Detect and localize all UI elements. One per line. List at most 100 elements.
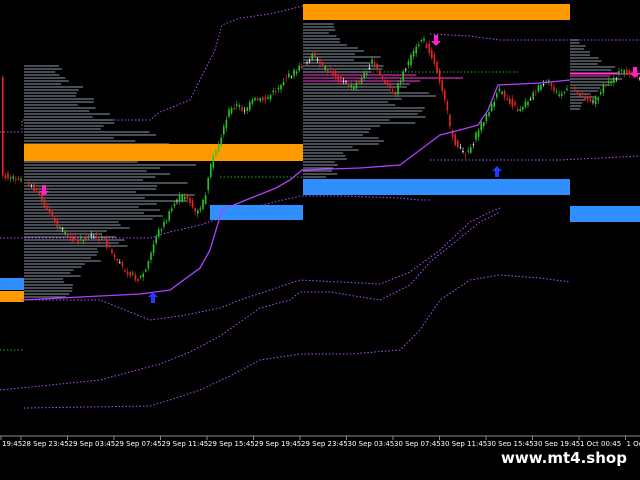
demand-zone-1 bbox=[210, 205, 303, 220]
supply-zone-2 bbox=[0, 291, 24, 302]
candle-body bbox=[550, 82, 553, 87]
candle-body bbox=[129, 271, 131, 277]
candle-body bbox=[358, 81, 360, 83]
candle-body bbox=[467, 150, 469, 152]
candle-body bbox=[202, 199, 204, 210]
x-tick-label: 29 Sep 11:45 bbox=[162, 440, 209, 448]
candle-body bbox=[327, 69, 329, 72]
candle-body bbox=[100, 236, 103, 238]
candle-body bbox=[74, 236, 77, 238]
candle-body bbox=[160, 229, 163, 231]
candle-body bbox=[314, 52, 316, 57]
candle-body bbox=[345, 81, 347, 83]
supply-zone-0 bbox=[303, 4, 570, 20]
candle-body bbox=[399, 81, 402, 83]
candle-body bbox=[535, 92, 537, 93]
candle-body bbox=[20, 178, 22, 181]
candle-body bbox=[522, 107, 524, 110]
candle-body bbox=[423, 38, 425, 41]
x-tick-label: 28 Sep 23:45 bbox=[22, 440, 69, 448]
candle-body bbox=[444, 90, 446, 101]
candle-body bbox=[282, 81, 285, 86]
candle-body bbox=[69, 235, 72, 240]
candle-body bbox=[405, 69, 407, 71]
candle-body bbox=[459, 147, 462, 149]
candle-body bbox=[2, 77, 4, 176]
candle-body bbox=[85, 236, 87, 240]
candle-body bbox=[462, 151, 464, 153]
candle-body bbox=[623, 70, 625, 74]
candle-body bbox=[340, 76, 342, 83]
candle-body bbox=[579, 94, 581, 97]
candle-body bbox=[277, 87, 280, 90]
candle-body bbox=[176, 200, 178, 202]
candle-body bbox=[397, 83, 399, 95]
candle-body bbox=[77, 239, 79, 243]
candle-body bbox=[496, 93, 498, 98]
x-tick-label: 30 Sep 07:45 bbox=[394, 440, 441, 448]
candle-body bbox=[56, 220, 59, 228]
candle-body bbox=[93, 236, 95, 238]
candle-body bbox=[82, 240, 85, 242]
candle-body bbox=[412, 50, 415, 57]
candle-body bbox=[178, 195, 181, 202]
candle-body bbox=[431, 49, 433, 59]
candle-body bbox=[295, 71, 298, 74]
candle-body bbox=[251, 99, 254, 104]
candle-body bbox=[150, 252, 152, 260]
candle-body bbox=[488, 112, 490, 116]
candle-body bbox=[332, 73, 334, 75]
candle-body bbox=[410, 54, 412, 66]
candle-body bbox=[103, 237, 105, 239]
candle-body bbox=[236, 104, 238, 106]
candle-body bbox=[308, 60, 311, 62]
candle-body bbox=[199, 208, 202, 211]
candle-body bbox=[155, 236, 157, 244]
candle-body bbox=[113, 254, 116, 258]
candle-body bbox=[566, 88, 568, 91]
candle-body bbox=[87, 236, 90, 238]
candle-body bbox=[186, 195, 189, 200]
candle-body bbox=[373, 62, 376, 65]
candle-body bbox=[119, 262, 121, 263]
candle-body bbox=[30, 185, 33, 187]
candle-body bbox=[197, 210, 199, 214]
candle-body bbox=[72, 237, 74, 242]
candle-body bbox=[589, 98, 592, 102]
candle-body bbox=[420, 40, 423, 42]
candle-body bbox=[464, 154, 467, 156]
candle-body bbox=[514, 102, 516, 106]
candle-body bbox=[43, 199, 46, 207]
candle-body bbox=[238, 105, 241, 107]
candle-body bbox=[470, 147, 472, 153]
candle-body bbox=[210, 164, 212, 178]
candle-body bbox=[233, 107, 235, 110]
candle-body bbox=[152, 244, 155, 253]
candle-body bbox=[581, 93, 584, 95]
candle-body bbox=[618, 71, 620, 74]
candle-body bbox=[280, 85, 282, 90]
x-tick-label: 30 Sep 03:45 bbox=[348, 440, 395, 448]
candle-body bbox=[288, 73, 290, 77]
candle-body bbox=[28, 183, 30, 185]
candle-body bbox=[35, 189, 38, 191]
candle-body bbox=[217, 145, 220, 152]
candle-body bbox=[64, 231, 66, 235]
candle-body bbox=[256, 98, 259, 100]
candle-body bbox=[116, 259, 118, 261]
candle-body bbox=[563, 92, 566, 94]
candle-body bbox=[191, 200, 194, 208]
candle-body bbox=[184, 196, 186, 200]
candle-body bbox=[264, 97, 267, 100]
candle-body bbox=[542, 84, 545, 85]
candle-body bbox=[223, 126, 225, 135]
candle-body bbox=[9, 177, 12, 179]
candle-body bbox=[558, 94, 560, 96]
candle-body bbox=[12, 176, 14, 179]
candle-body bbox=[80, 237, 82, 239]
x-tick-label: 29 Sep 03:45 bbox=[69, 440, 116, 448]
candle-body bbox=[228, 109, 230, 117]
candle-body bbox=[360, 78, 363, 84]
candle-body bbox=[290, 76, 293, 78]
price-chart[interactable]: 19:45 28 Sep 23:45 29 Sep 03:45 29 Sep 07:4… bbox=[0, 0, 640, 480]
